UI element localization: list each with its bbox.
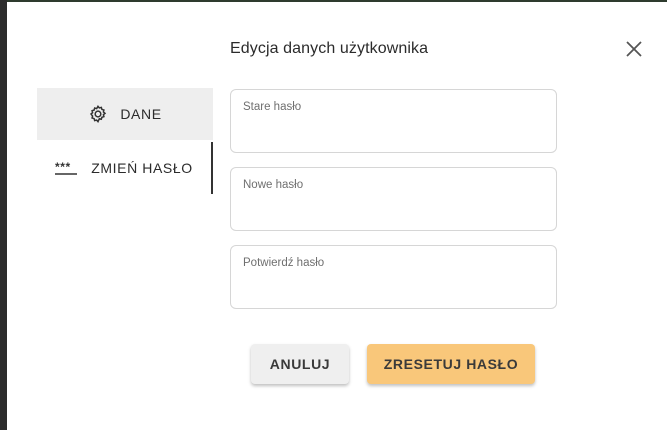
password-icon: *** [55,161,81,175]
close-icon [626,41,642,57]
gear-icon [88,104,108,124]
nav-item-dane[interactable]: DANE [37,88,213,140]
new-password-input[interactable] [242,203,545,220]
window-left-edge [0,0,7,430]
edit-user-dialog: Edycja danych użytkownika DANE *** ZMIEŃ… [7,2,667,430]
new-password-field[interactable]: Nowe hasło [230,167,557,231]
cancel-button[interactable]: ANULUJ [251,344,349,384]
old-password-input[interactable] [242,125,545,142]
close-button[interactable] [621,36,647,62]
confirm-password-input[interactable] [242,281,545,298]
window-frame: Edycja danych użytkownika DANE *** ZMIEŃ… [0,0,667,430]
nav-label-change-password: ZMIEŃ HASŁO [91,160,193,176]
confirm-password-label: Potwierdź hasło [243,257,325,269]
old-password-label: Stare hasło [243,101,302,113]
old-password-field[interactable]: Stare hasło [230,89,557,153]
nav-item-change-password[interactable]: *** ZMIEŃ HASŁO [37,142,213,194]
svg-text:***: *** [55,161,71,174]
nav-label-dane: DANE [120,106,162,122]
new-password-label: Nowe hasło [243,179,304,191]
confirm-password-field[interactable]: Potwierdź hasło [230,245,557,309]
reset-password-button[interactable]: ZRESETUJ HASŁO [367,344,535,384]
dialog-title: Edycja danych użytkownika [230,40,429,57]
